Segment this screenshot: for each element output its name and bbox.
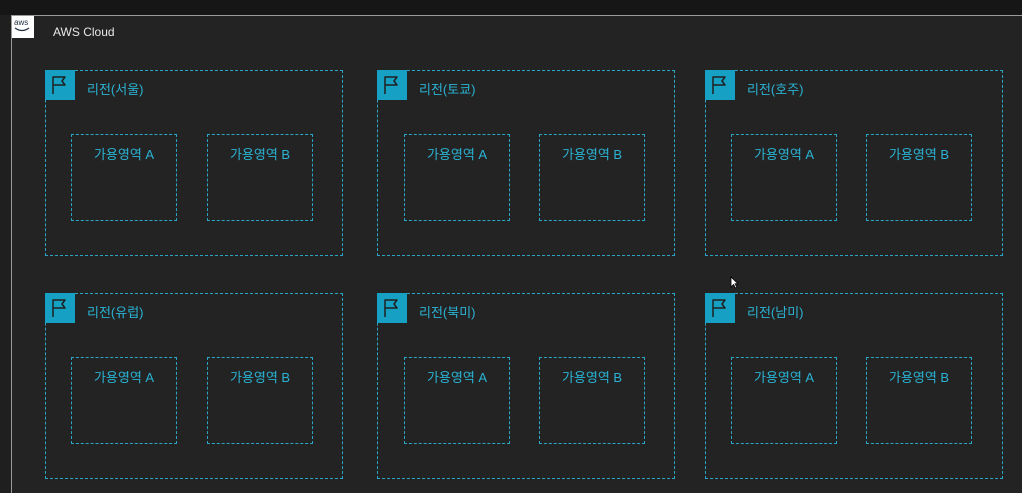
az-label: 가용영역 A — [426, 147, 488, 162]
availability-zone-b[interactable]: 가용영역 B — [866, 357, 972, 444]
aws-logo-text: aws — [14, 18, 29, 27]
region-label: 리전(유럽) — [87, 305, 144, 320]
flag-icon — [705, 70, 735, 100]
az-label: 가용영역 A — [93, 370, 155, 385]
region-label: 리전(호주) — [747, 82, 804, 97]
region-label: 리전(서울) — [87, 82, 144, 97]
region-box-australia[interactable]: 리전(호주) 가용영역 A 가용영역 B — [705, 70, 1003, 256]
availability-zone-a[interactable]: 가용영역 A — [71, 357, 177, 444]
availability-zone-b[interactable]: 가용영역 B — [539, 134, 645, 221]
region-label: 리전(토쿄) — [419, 82, 476, 97]
az-label: 가용영역 B — [888, 370, 950, 385]
az-label: 가용영역 B — [229, 147, 291, 162]
region-box-north-america[interactable]: 리전(북미) 가용영역 A 가용영역 B — [377, 293, 675, 479]
az-label: 가용영역 A — [753, 147, 815, 162]
az-label: 가용영역 A — [753, 370, 815, 385]
availability-zone-a[interactable]: 가용영역 A — [731, 134, 837, 221]
availability-zone-a[interactable]: 가용영역 A — [71, 134, 177, 221]
az-label: 가용영역 B — [561, 370, 623, 385]
region-box-seoul[interactable]: 리전(서울) 가용영역 A 가용영역 B — [45, 70, 343, 256]
flag-icon — [377, 70, 407, 100]
region-label: 리전(남미) — [747, 305, 804, 320]
az-label: 가용영역 B — [229, 370, 291, 385]
az-label: 가용영역 A — [426, 370, 488, 385]
region-box-tokyo[interactable]: 리전(토쿄) 가용영역 A 가용영역 B — [377, 70, 675, 256]
region-box-south-america[interactable]: 리전(남미) 가용영역 A 가용영역 B — [705, 293, 1003, 479]
flag-icon — [45, 70, 75, 100]
availability-zone-a[interactable]: 가용영역 A — [404, 357, 510, 444]
flag-icon — [45, 293, 75, 323]
region-label: 리전(북미) — [419, 305, 476, 320]
availability-zone-b[interactable]: 가용영역 B — [539, 357, 645, 444]
flag-icon — [705, 293, 735, 323]
cloud-title: AWS Cloud — [53, 25, 115, 39]
mouse-cursor-icon — [730, 276, 739, 294]
top-strip — [0, 0, 1022, 15]
availability-zone-a[interactable]: 가용영역 A — [404, 134, 510, 221]
region-box-europe[interactable]: 리전(유럽) 가용영역 A 가용영역 B — [45, 293, 343, 479]
az-label: 가용영역 B — [888, 147, 950, 162]
availability-zone-b[interactable]: 가용영역 B — [207, 134, 313, 221]
availability-zone-b[interactable]: 가용영역 B — [207, 357, 313, 444]
az-label: 가용영역 A — [93, 147, 155, 162]
aws-logo-icon: aws — [12, 16, 34, 38]
flag-icon — [377, 293, 407, 323]
az-label: 가용영역 B — [561, 147, 623, 162]
availability-zone-b[interactable]: 가용영역 B — [866, 134, 972, 221]
availability-zone-a[interactable]: 가용영역 A — [731, 357, 837, 444]
